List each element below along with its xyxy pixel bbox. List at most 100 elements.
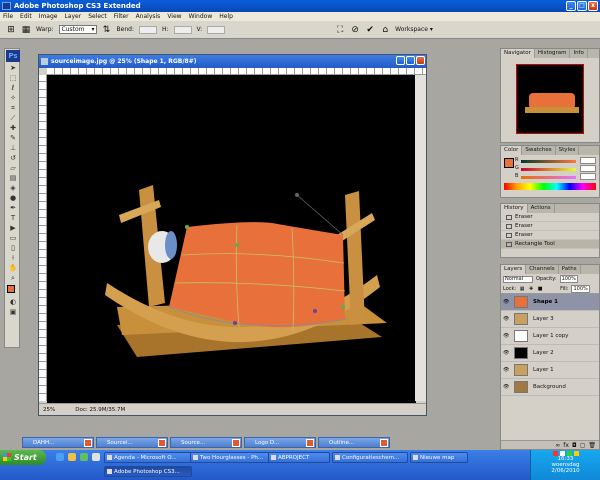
h-input[interactable] (173, 25, 192, 34)
path-select-tool-icon[interactable]: ▶ (6, 223, 20, 233)
history-item[interactable]: Eraser (501, 213, 599, 222)
restore-button[interactable]: □ (577, 1, 587, 11)
layer-row[interactable]: 👁 Layer 1 (501, 362, 599, 379)
tab-history[interactable]: History (501, 204, 528, 213)
slice-tool-icon[interactable]: ⟋ (6, 113, 20, 123)
visibility-eye-icon[interactable]: 👁 (503, 317, 509, 322)
brush-tool-icon[interactable]: ✎ (6, 133, 20, 143)
hand-tool-icon[interactable]: ✋ (6, 263, 20, 273)
menu-edit[interactable]: Edit (20, 12, 32, 21)
workspace-menu[interactable]: Workspace ▾ (395, 26, 433, 33)
layer-row[interactable]: 👁 Layer 1 copy (501, 328, 599, 345)
doc-close-button[interactable] (416, 56, 425, 65)
taskbar-button[interactable]: Agenda - Microsoft O... (104, 452, 192, 463)
foreground-color-swatch[interactable] (7, 285, 15, 293)
visibility-eye-icon[interactable]: 👁 (503, 300, 509, 305)
magic-wand-tool-icon[interactable]: ✧ (6, 93, 20, 103)
green-slider[interactable]: G (515, 165, 596, 173)
blend-mode-select[interactable]: Normal (503, 275, 533, 283)
minimized-doc[interactable]: Sourcei... (96, 437, 168, 448)
tab-channels[interactable]: Channels (526, 265, 559, 274)
menu-view[interactable]: View (167, 12, 181, 21)
menu-analysis[interactable]: Analysis (136, 12, 161, 21)
history-item[interactable]: Eraser (501, 231, 599, 240)
lock-position-icon[interactable]: ✚ (528, 286, 534, 292)
close-icon[interactable] (84, 439, 92, 447)
lock-pixels-icon[interactable]: ▦ (519, 286, 525, 292)
crop-tool-icon[interactable]: ⌗ (6, 103, 20, 113)
zoom-level[interactable]: 25% (43, 407, 55, 413)
new-layer-icon[interactable]: ▢ (580, 441, 586, 449)
bend-input[interactable] (138, 25, 157, 34)
navigator-preview[interactable] (516, 64, 584, 134)
vertical-ruler[interactable] (39, 75, 47, 401)
minimized-doc[interactable]: Source... (170, 437, 242, 448)
layer-row[interactable]: 👁 Shape 1 (501, 294, 599, 311)
layer-style-icon[interactable]: fx (563, 441, 569, 449)
eyedropper-tool-icon[interactable]: ⟊ (6, 253, 20, 263)
warp-control-point[interactable] (235, 243, 239, 247)
stamp-tool-icon[interactable]: ⊥ (6, 143, 20, 153)
healing-tool-icon[interactable]: ✚ (6, 123, 20, 133)
close-icon[interactable] (232, 439, 240, 447)
tab-color[interactable]: Color (501, 146, 523, 155)
visibility-eye-icon[interactable]: 👁 (503, 351, 509, 356)
taskbar-button-photoshop[interactable]: Adobe Photoshop CS3... (104, 466, 192, 477)
layer-row[interactable]: 👁 Layer 3 (501, 311, 599, 328)
tab-navigator[interactable]: Navigator (501, 49, 535, 58)
warp-handle-point[interactable] (295, 193, 299, 197)
visibility-eye-icon[interactable]: 👁 (503, 385, 509, 390)
move-tool-icon[interactable]: ➤ (6, 63, 20, 73)
layer-name[interactable]: Layer 3 (533, 311, 554, 328)
blur-tool-icon[interactable]: ◈ (6, 183, 20, 193)
taskbar-button[interactable]: Two Hourglasses - Ph... (190, 452, 270, 463)
warp-anchor-point[interactable] (313, 309, 317, 313)
dodge-tool-icon[interactable]: ● (6, 193, 20, 203)
doc-restore-button[interactable] (406, 56, 415, 65)
eraser-tool-icon[interactable]: ▱ (6, 163, 20, 173)
minimize-button[interactable]: _ (566, 1, 576, 11)
reference-point-icon[interactable]: ▦ (21, 25, 31, 35)
taskbar-button[interactable]: Nieuwe map (410, 452, 468, 463)
layer-row[interactable]: 👁 Layer 2 (501, 345, 599, 362)
cancel-transform-icon[interactable]: ⊘ (350, 25, 360, 35)
image-canvas[interactable] (47, 75, 416, 403)
tab-actions[interactable]: Actions (528, 204, 555, 213)
zoom-tool-icon[interactable]: ⌕ (6, 273, 20, 283)
commit-transform-icon[interactable]: ✔ (365, 25, 375, 35)
close-icon[interactable] (380, 439, 388, 447)
quicklaunch-media-icon[interactable] (80, 453, 88, 461)
warp-select[interactable]: Custom (58, 25, 97, 34)
layer-name[interactable]: Layer 1 copy (533, 328, 568, 345)
close-button[interactable]: x (588, 1, 598, 11)
menu-layer[interactable]: Layer (64, 12, 81, 21)
quicklaunch-desktop-icon[interactable] (92, 453, 100, 461)
lock-all-icon[interactable]: ■ (537, 286, 543, 292)
tab-layers[interactable]: Layers (501, 265, 527, 274)
shape-tool-icon[interactable]: ▭ (6, 233, 20, 243)
menu-file[interactable]: File (3, 12, 13, 21)
vertical-scrollbar[interactable] (415, 75, 426, 401)
delete-layer-icon[interactable]: 🗑 (588, 441, 596, 449)
tray-icon[interactable] (573, 451, 579, 456)
horizontal-ruler[interactable] (47, 68, 426, 75)
history-item[interactable]: Rectangle Tool (501, 240, 599, 249)
taskbar-button[interactable]: ABPROJECT (268, 452, 330, 463)
opacity-input[interactable]: 100% (559, 275, 578, 283)
color-spectrum-bar[interactable] (504, 183, 596, 190)
marquee-tool-icon[interactable]: ⬚ (6, 73, 20, 83)
taskbar-button[interactable]: Configuratieschem... (332, 452, 408, 463)
minimized-doc[interactable]: Outline... (318, 437, 390, 448)
doc-minimize-button[interactable] (396, 56, 405, 65)
minimized-doc[interactable]: DAHH... (22, 437, 94, 448)
visibility-eye-icon[interactable]: 👁 (503, 334, 509, 339)
lasso-tool-icon[interactable]: ℓ (6, 83, 20, 93)
tab-styles[interactable]: Styles (556, 146, 580, 155)
close-icon[interactable] (158, 439, 166, 447)
warp-orientation-icon[interactable]: ⇅ (102, 25, 112, 35)
close-icon[interactable] (306, 439, 314, 447)
transform-tool-icon[interactable]: ⊞ (6, 25, 16, 35)
blue-slider[interactable]: B (515, 173, 596, 181)
layer-mask-icon[interactable]: ◘ (572, 441, 577, 449)
fill-input[interactable]: 100% (571, 284, 590, 293)
